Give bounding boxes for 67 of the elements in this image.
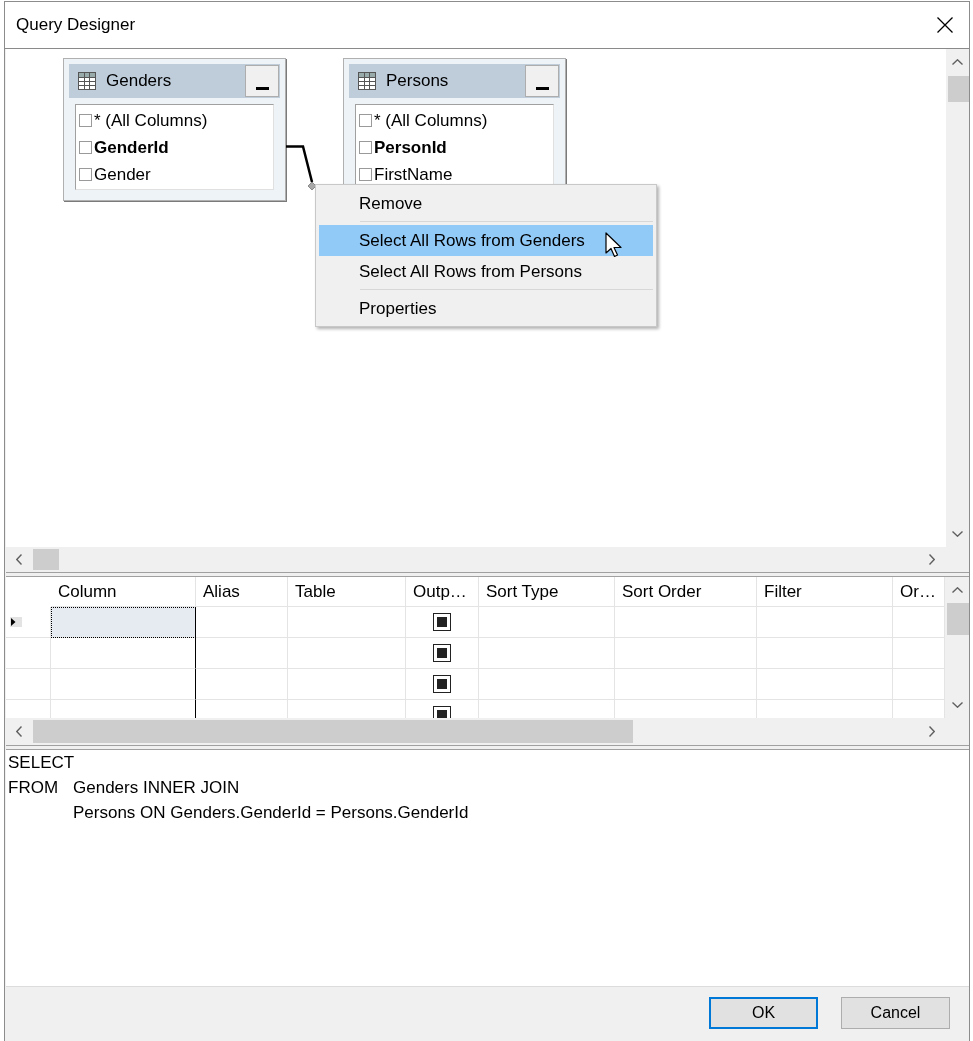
table-name: Genders <box>106 71 173 91</box>
scrollbar-thumb[interactable] <box>33 720 633 743</box>
scroll-down-icon[interactable] <box>952 531 963 537</box>
column-header[interactable]: Or… <box>893 577 945 607</box>
table-title-bar[interactable]: Genders <box>69 64 280 98</box>
grid-cell[interactable] <box>51 607 196 638</box>
minimize-button[interactable] <box>245 65 279 97</box>
column-name: GenderId <box>94 137 169 158</box>
scroll-up-icon[interactable] <box>952 59 963 65</box>
minimize-icon <box>535 87 549 90</box>
scroll-right-icon[interactable] <box>929 554 935 565</box>
column-header[interactable]: Sort Type <box>479 577 615 607</box>
row-header[interactable] <box>6 669 51 700</box>
column-header[interactable]: Column <box>51 577 196 607</box>
column-name: * (All Columns) <box>94 110 208 131</box>
scroll-left-icon[interactable] <box>16 726 22 737</box>
menu-item[interactable]: Select All Rows from Persons <box>319 256 653 287</box>
column-name: * (All Columns) <box>374 110 488 131</box>
checkbox[interactable] <box>79 168 92 181</box>
output-checkbox[interactable] <box>433 613 451 631</box>
table-icon <box>78 72 96 90</box>
table-title-bar[interactable]: Persons <box>349 64 560 98</box>
checkbox[interactable] <box>79 114 92 127</box>
checkbox[interactable] <box>79 141 92 154</box>
checkbox[interactable] <box>359 114 372 127</box>
sql-keyword: SELECT <box>8 752 73 774</box>
column-name: FirstName <box>374 164 453 185</box>
scrollbar-thumb[interactable] <box>948 76 969 102</box>
checkbox[interactable] <box>359 141 372 154</box>
scroll-up-icon[interactable] <box>951 587 963 593</box>
table-name: Persons <box>386 71 450 91</box>
join-line[interactable] <box>286 144 317 191</box>
sql-text: Genders INNER JOIN <box>73 777 240 799</box>
scroll-right-icon[interactable] <box>929 726 935 737</box>
column-header[interactable]: Outp… <box>406 577 479 607</box>
scroll-down-icon[interactable] <box>951 702 963 708</box>
dialog-button[interactable]: Cancel <box>841 997 950 1029</box>
menu-item[interactable]: Select All Rows from Genders <box>319 225 653 256</box>
scrollbar-thumb[interactable] <box>947 603 969 635</box>
output-checkbox[interactable] <box>433 644 451 662</box>
table-icon <box>358 72 376 90</box>
menu-item[interactable]: Remove <box>319 188 653 219</box>
column-header[interactable]: Sort Order <box>615 577 757 607</box>
minimize-icon <box>255 87 269 90</box>
column-header[interactable]: Table <box>288 577 406 607</box>
window-title: Query Designer <box>16 15 136 35</box>
grid-cell[interactable] <box>51 669 196 700</box>
sql-editor[interactable]: SELECT FROM Genders INNER JOIN Persons ON Genders.GenderId = Persons.GenderId <box>6 749 969 986</box>
sql-keyword: FROM <box>8 777 60 799</box>
output-checkbox[interactable] <box>433 675 451 693</box>
close-icon[interactable] <box>937 17 953 33</box>
row-header[interactable] <box>6 638 51 669</box>
checkbox[interactable] <box>359 168 372 181</box>
row-header[interactable] <box>6 607 51 638</box>
current-row-icon <box>10 617 22 627</box>
minimize-button[interactable] <box>525 65 559 97</box>
column-name: PersonId <box>374 137 447 158</box>
scrollbar-thumb[interactable] <box>33 549 59 570</box>
menu-item[interactable]: Properties <box>319 293 653 324</box>
grid-cell[interactable] <box>51 638 196 669</box>
mouse-pointer-icon <box>605 232 623 258</box>
dialog-button[interactable]: OK <box>709 997 818 1029</box>
column-header[interactable]: Filter <box>757 577 893 607</box>
column-header[interactable]: Alias <box>196 577 288 607</box>
scroll-left-icon[interactable] <box>16 554 22 565</box>
sql-text: Persons ON Genders.GenderId = Persons.GenderId <box>73 802 469 824</box>
column-name: Gender <box>94 164 151 185</box>
